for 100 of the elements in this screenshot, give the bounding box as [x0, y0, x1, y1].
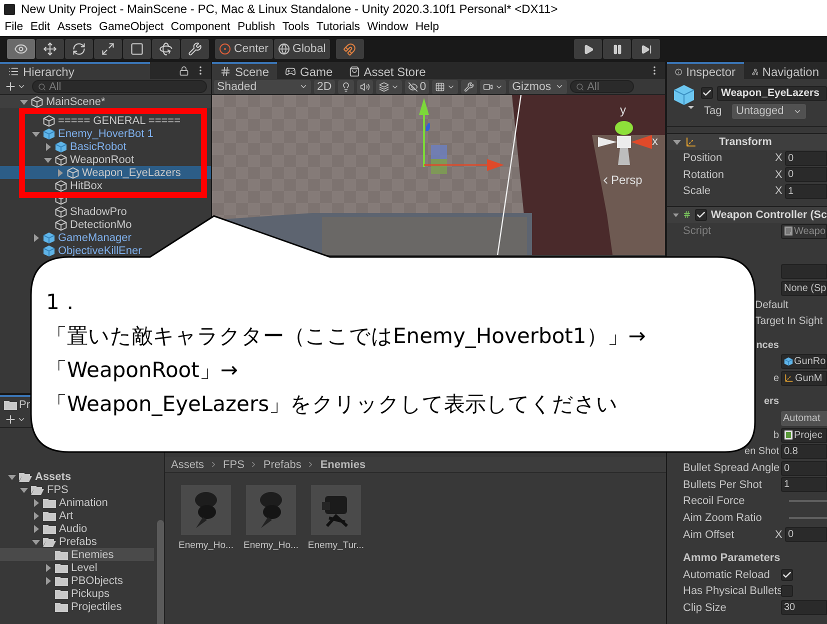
folder-item[interactable]: Prefabs: [0, 535, 101, 548]
expand-arrow-icon[interactable]: [32, 234, 40, 242]
checkbox[interactable]: [781, 585, 793, 598]
menu-item[interactable]: Assets: [54, 21, 96, 33]
expand-arrow-icon[interactable]: [32, 498, 40, 506]
menu-item[interactable]: Component: [167, 21, 234, 33]
folder-item[interactable]: Projectiles: [0, 600, 126, 613]
folder-item[interactable]: Enemies: [0, 548, 154, 561]
asset-thumbnail[interactable]: [311, 485, 361, 535]
tool-button[interactable]: [94, 39, 122, 59]
breadcrumb-item[interactable]: Prefabs: [263, 458, 302, 470]
breadcrumb-item[interactable]: Assets: [171, 458, 204, 470]
play-button[interactable]: [574, 39, 602, 59]
expand-arrow-icon[interactable]: [44, 142, 52, 150]
hierarchy-item[interactable]: HitBox: [0, 179, 106, 192]
expand-arrow-icon[interactable]: [44, 156, 52, 164]
scrollbar-thumb[interactable]: [157, 520, 164, 624]
menu-item[interactable]: Tutorials: [312, 21, 364, 33]
hierarchy-item[interactable]: Weapon_EyeLazers: [0, 166, 211, 179]
tool-button[interactable]: [123, 39, 151, 59]
menu-item[interactable]: Tools: [278, 21, 313, 33]
name-field[interactable]: Weapon_EyeLazers: [717, 86, 827, 100]
object-field[interactable]: Projec: [781, 428, 827, 443]
hierarchy-item[interactable]: BasicRobot: [0, 140, 130, 153]
breadcrumb-item[interactable]: FPS: [223, 458, 244, 470]
audio-button[interactable]: [356, 80, 373, 94]
expand-arrow-icon[interactable]: [44, 576, 52, 584]
asset-thumbnail[interactable]: [246, 485, 296, 535]
pivot-button[interactable]: Center: [215, 39, 273, 59]
component-header[interactable]: Weapon Controller (Sc: [667, 206, 827, 223]
menu-item[interactable]: Edit: [26, 21, 54, 33]
mode-2d-button[interactable]: 2D: [314, 80, 335, 94]
lock-icon[interactable]: [179, 66, 189, 76]
hierarchy-item[interactable]: ShadowPro: [0, 205, 131, 218]
tool-button[interactable]: [65, 39, 93, 59]
hierarchy-item[interactable]: WeaponRoot: [0, 153, 138, 166]
folder-item[interactable]: Pickups: [0, 587, 114, 600]
hierarchy-item[interactable]: ObjectiveKillEner: [0, 244, 146, 257]
input-field[interactable]: 0.8: [781, 444, 827, 460]
object-field[interactable]: GunRo: [781, 354, 827, 370]
tool-button[interactable]: [7, 39, 35, 59]
input-field[interactable]: 1: [781, 477, 827, 492]
menu-item[interactable]: File: [1, 21, 27, 33]
number-field[interactable]: 0: [785, 150, 827, 166]
step-button[interactable]: [632, 39, 660, 59]
project-tab[interactable]: Pr: [0, 395, 32, 412]
expand-arrow-icon[interactable]: [32, 538, 40, 546]
view-tab[interactable]: Game: [277, 62, 341, 79]
effects-button[interactable]: [376, 80, 402, 94]
projection-label[interactable]: Persp: [600, 173, 642, 187]
number-field[interactable]: 0: [785, 527, 827, 542]
folder-item[interactable]: Level: [0, 561, 102, 574]
input-field[interactable]: None (Sp: [781, 280, 827, 296]
shading-dropdown[interactable]: Shaded: [214, 80, 311, 94]
grid-button[interactable]: [432, 80, 458, 94]
dropdown[interactable]: Automat: [781, 410, 827, 426]
expand-arrow-icon[interactable]: [673, 210, 679, 219]
gizmos-dropdown[interactable]: Gizmos: [509, 80, 568, 94]
inspector-tab[interactable]: Navigation: [744, 62, 827, 79]
slider-track[interactable]: [789, 516, 827, 519]
expand-arrow-icon[interactable]: [32, 512, 40, 520]
folder-item[interactable]: Animation: [0, 496, 112, 509]
folder-item[interactable]: FPS: [0, 483, 72, 496]
number-field[interactable]: 1: [785, 184, 827, 199]
menu-item[interactable]: Help: [412, 21, 443, 33]
pause-button[interactable]: [603, 39, 631, 59]
view-tab[interactable]: Scene: [212, 62, 278, 79]
folder-item[interactable]: PBObjects: [0, 574, 127, 587]
hierarchy-tab[interactable]: Hierarchy: [0, 62, 150, 79]
tools-button[interactable]: [461, 80, 478, 94]
space-button[interactable]: Global: [274, 39, 330, 59]
add-button[interactable]: [4, 80, 26, 93]
menu-item[interactable]: Window: [364, 21, 412, 33]
component-header[interactable]: Transform: [667, 133, 827, 150]
view-tab[interactable]: Asset Store: [340, 62, 434, 79]
active-checkbox[interactable]: [701, 87, 713, 99]
camera-button[interactable]: [480, 80, 506, 94]
inspector-tab[interactable]: Inspector: [667, 62, 744, 79]
hierarchy-item[interactable]: DetectionMo: [0, 218, 136, 231]
tool-button[interactable]: [181, 39, 209, 59]
tool-button[interactable]: [152, 39, 180, 59]
snap-button[interactable]: [336, 39, 364, 59]
folder-item[interactable]: Assets: [0, 470, 76, 483]
expand-arrow-icon[interactable]: [32, 524, 40, 532]
object-field[interactable]: GunM: [781, 370, 827, 386]
scene-header[interactable]: MainScene*: [0, 95, 211, 108]
enabled-checkbox[interactable]: [694, 208, 707, 221]
tag-dropdown[interactable]: Untagged: [732, 104, 806, 118]
lighting-button[interactable]: [338, 80, 354, 94]
checkbox[interactable]: [781, 568, 793, 581]
hierarchy-item[interactable]: GameManager: [0, 231, 136, 244]
expand-arrow-icon[interactable]: [20, 486, 28, 494]
menu-item[interactable]: GameObject: [95, 21, 168, 33]
breadcrumb-item[interactable]: Enemies: [320, 458, 366, 470]
hierarchy-item[interactable]: ===== GENERAL =====: [0, 114, 185, 127]
expand-arrow-icon[interactable]: [8, 472, 16, 480]
input-field[interactable]: 0: [781, 460, 827, 476]
input-field[interactable]: 30: [781, 600, 827, 616]
hierarchy-item[interactable]: Enemy_HoverBot 1: [0, 127, 158, 140]
expand-arrow-icon[interactable]: [673, 138, 681, 146]
